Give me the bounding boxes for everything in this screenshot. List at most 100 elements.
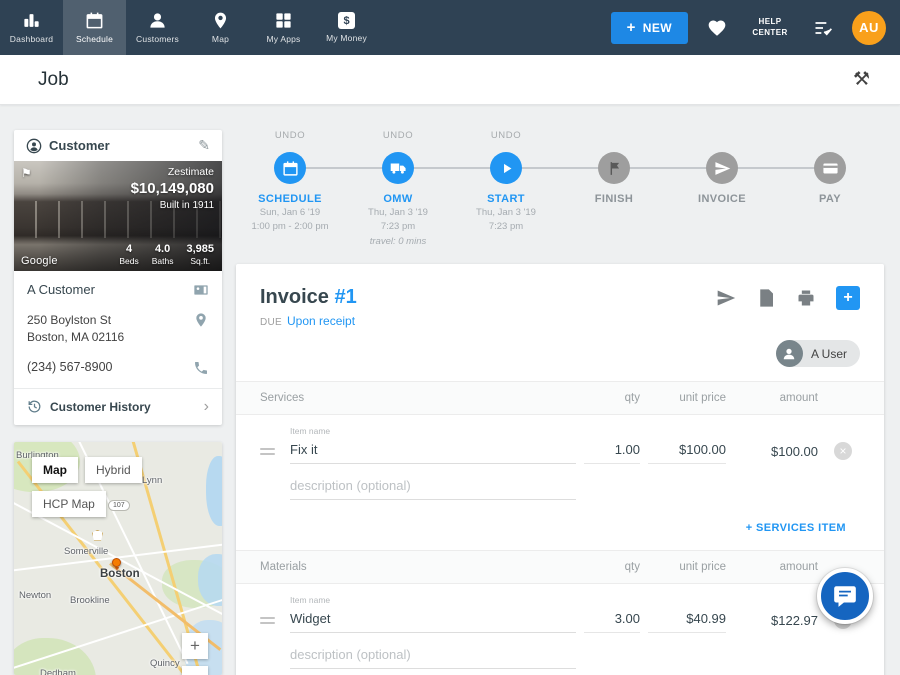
send-invoice-icon[interactable] [716,288,736,308]
step-label: FINISH [595,193,633,205]
location-pin-icon[interactable] [193,312,209,328]
step-schedule: UNDO SCHEDULE Sun, Jan 6 '19 1:00 pm - 2… [236,130,344,248]
customer-address: 250 Boylston St Boston, MA 02116 [27,312,124,346]
phone-icon[interactable] [193,360,209,376]
customer-history-row[interactable]: Customer History › [14,388,222,425]
zestimate-label: Zestimate [131,166,214,178]
nav-label: My Money [326,33,367,43]
step-finish-circle[interactable] [598,152,630,184]
map-type-map[interactable]: Map [32,457,78,483]
property-stats: 4Beds 4.0Baths 3,985Sq.ft. [119,243,214,266]
task-list-icon[interactable] [813,18,833,38]
undo-omw-link[interactable]: UNDO [383,130,413,144]
money-icon: $ [338,12,355,29]
step-label: INVOICE [698,193,746,205]
map-widget[interactable]: Burlington Lynn 107 Somerville Boston Ne… [14,442,222,675]
highway-shield-icon [92,530,103,541]
job-progress-stepper: UNDO SCHEDULE Sun, Jan 6 '19 1:00 pm - 2… [236,130,884,260]
step-date: Thu, Jan 3 '19 [476,207,536,219]
nav-label: Customers [136,34,179,44]
qty-column-header: qty [584,392,640,404]
material-item-row: $122.97 × [236,605,884,633]
service-unit-price-input[interactable] [648,438,726,464]
step-schedule-circle[interactable] [274,152,306,184]
print-icon[interactable] [796,288,816,308]
materials-header: Materials qty unit price amount [236,550,884,584]
credit-card-icon [822,160,839,177]
map-type-hybrid[interactable]: Hybrid [85,457,142,483]
job-location-pin[interactable] [112,558,121,567]
play-icon [498,160,515,177]
map-pin-icon [211,11,230,30]
user-avatar[interactable]: AU [852,11,886,45]
item-label-row: Item name [236,584,884,605]
edit-customer-icon[interactable]: ✎ [198,137,210,154]
nav-label: My Apps [267,34,301,44]
qty-column-header: qty [584,561,640,573]
service-qty-input[interactable] [584,438,640,464]
job-actions-icon[interactable]: ⚒ [853,68,870,91]
material-description-input[interactable] [290,643,576,669]
step-start-circle[interactable] [490,152,522,184]
step-invoice-circle[interactable] [706,152,738,184]
new-button[interactable]: + NEW [611,12,688,44]
nav-schedule[interactable]: Schedule [63,0,126,55]
map-label-brookline: Brookline [70,595,110,606]
nav-my-money[interactable]: $ My Money [315,0,378,55]
nav-map[interactable]: Map [189,0,252,55]
map-label-quincy: Quincy [150,658,180,669]
heart-icon[interactable] [707,18,727,38]
remove-service-item-icon[interactable]: × [834,442,852,460]
material-qty-input[interactable] [584,607,640,633]
nav-label: Map [212,34,229,44]
property-photo[interactable]: ⚑ Zestimate $10,149,080 Built in 1911 4B… [14,161,222,271]
material-unit-price-input[interactable] [648,607,726,633]
customer-card-header: Customer ✎ [14,130,222,161]
customer-phone: (234) 567-8900 [27,360,112,374]
service-amount: $100.00 [734,444,818,459]
main-column: UNDO SCHEDULE Sun, Jan 6 '19 1:00 pm - 2… [236,130,884,675]
due-line: DUE Upon receipt [260,314,357,328]
calendar-icon [282,160,299,177]
built-year: Built in 1911 [131,200,214,211]
map-type-hcp[interactable]: HCP Map [32,491,106,517]
help-center-link[interactable]: HELP CENTER [746,17,794,39]
due-value-link[interactable]: Upon receipt [287,314,355,328]
services-title: Services [260,392,576,404]
assignee-avatar [776,340,803,367]
customer-card-title: Customer [49,138,191,153]
nav-customers[interactable]: Customers [126,0,189,55]
amount-column-header: amount [734,561,818,573]
step-omw: UNDO OMW Thu, Jan 3 '19 7:23 pm travel: … [344,130,452,248]
item-name-label: Item name [290,426,576,436]
calendar-icon [85,11,104,30]
step-pay-circle[interactable] [814,152,846,184]
nav-my-apps[interactable]: My Apps [252,0,315,55]
zoom-out-button[interactable]: − [182,666,208,675]
drag-handle-icon[interactable] [260,617,275,624]
dashboard-icon [22,11,41,30]
contact-card-icon[interactable] [193,282,209,298]
material-amount: $122.97 [734,613,818,628]
material-name-input[interactable] [290,607,576,633]
services-header: Services qty unit price amount [236,381,884,415]
service-name-input[interactable] [290,438,576,464]
sqft-value: 3,985 [186,243,214,255]
pdf-icon[interactable]: PDF [756,288,776,308]
step-omw-circle[interactable] [382,152,414,184]
service-description-input[interactable] [290,474,576,500]
step-label: SCHEDULE [258,193,322,205]
zoom-in-button[interactable]: + [182,633,208,659]
invoice-number[interactable]: #1 [334,286,356,308]
undo-start-link[interactable]: UNDO [491,130,521,144]
drag-handle-icon[interactable] [260,448,275,455]
customer-badge-icon [26,138,42,154]
add-invoice-button[interactable]: + [836,286,860,310]
undo-schedule-link[interactable]: UNDO [275,130,305,144]
assignee-chip[interactable]: A User [776,340,860,367]
unit-price-column-header: unit price [648,561,726,573]
nav-dashboard[interactable]: Dashboard [0,0,63,55]
add-service-item-link[interactable]: + SERVICES ITEM [746,522,846,534]
customer-address-row: 250 Boylston St Boston, MA 02116 [14,304,222,352]
chat-fab-button[interactable] [817,568,873,624]
